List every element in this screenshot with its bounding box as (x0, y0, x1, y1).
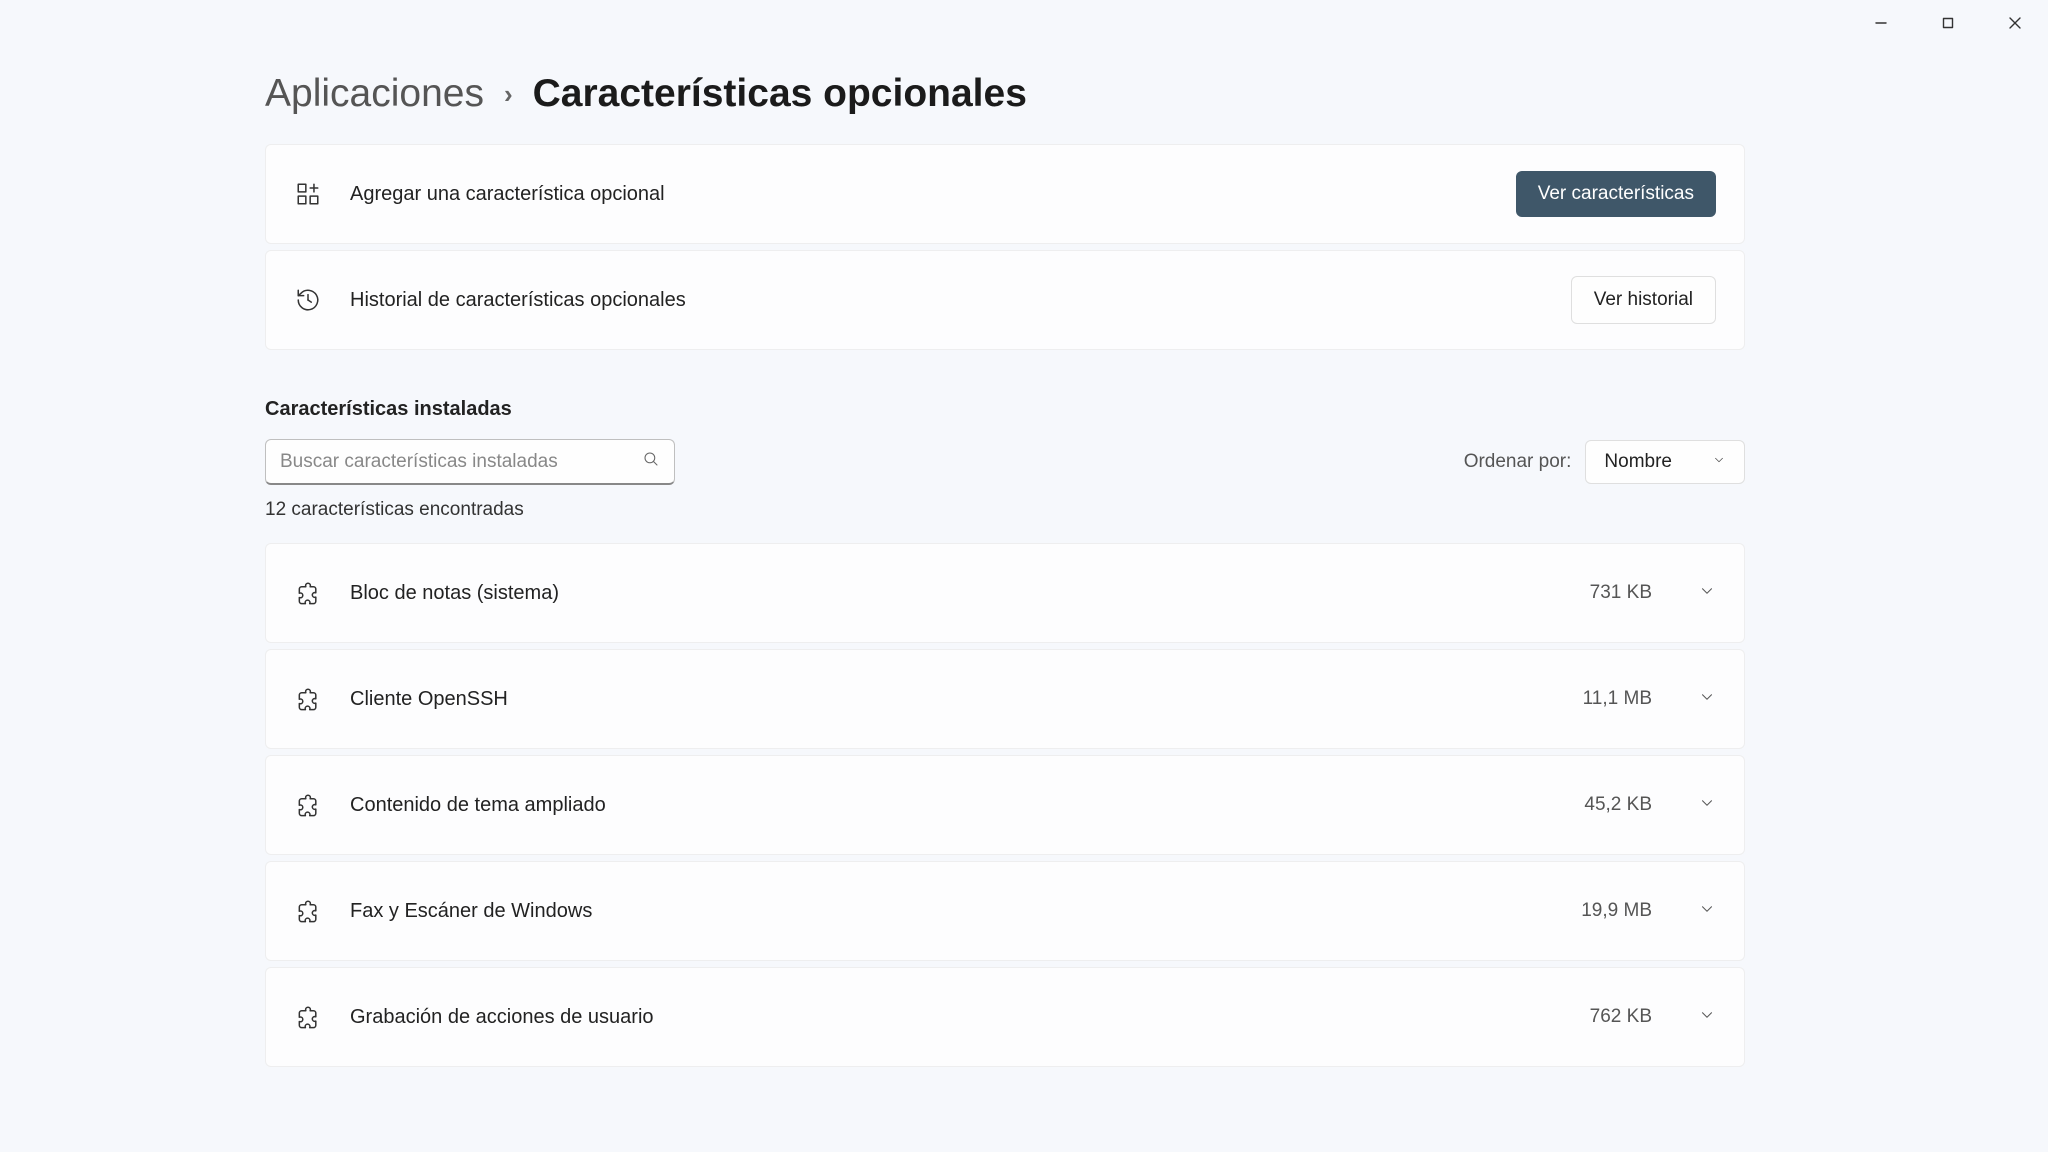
add-feature-label: Agregar una característica opcional (350, 183, 1488, 206)
history-icon (294, 287, 322, 313)
breadcrumb-parent[interactable]: Aplicaciones (265, 72, 484, 116)
feature-name: Contenido de tema ampliado (350, 794, 1556, 817)
page-title: Características opcionales (533, 72, 1027, 116)
feature-list-item[interactable]: Cliente OpenSSH 11,1 MB (265, 649, 1745, 749)
sort-value: Nombre (1604, 451, 1672, 473)
feature-name: Fax y Escáner de Windows (350, 900, 1553, 923)
minimize-button[interactable] (1847, 0, 1914, 46)
feature-name: Cliente OpenSSH (350, 688, 1555, 711)
history-card: Historial de características opcionales … (265, 250, 1745, 350)
chevron-down-icon (1698, 688, 1716, 711)
chevron-down-icon (1698, 1006, 1716, 1029)
feature-list-item[interactable]: Contenido de tema ampliado 45,2 KB (265, 755, 1745, 855)
chevron-down-icon (1712, 451, 1726, 473)
search-icon (642, 450, 660, 473)
feature-size: 762 KB (1590, 1006, 1652, 1028)
chevron-down-icon (1698, 900, 1716, 923)
search-box[interactable] (265, 439, 675, 485)
chevron-right-icon: › (504, 79, 513, 110)
feature-list-item[interactable]: Fax y Escáner de Windows 19,9 MB (265, 861, 1745, 961)
feature-size: 731 KB (1590, 582, 1652, 604)
feature-size: 19,9 MB (1581, 900, 1652, 922)
history-label: Historial de características opcionales (350, 289, 1543, 312)
chevron-down-icon (1698, 794, 1716, 817)
feature-puzzle-icon (294, 898, 322, 924)
feature-puzzle-icon (294, 580, 322, 606)
view-history-button[interactable]: Ver historial (1571, 276, 1716, 324)
sort-label: Ordenar por: (1464, 451, 1572, 473)
feature-list-item[interactable]: Bloc de notas (sistema) 731 KB (265, 543, 1745, 643)
search-input[interactable] (280, 451, 642, 473)
maximize-button[interactable] (1914, 0, 1981, 46)
feature-puzzle-icon (294, 792, 322, 818)
add-feature-card: Agregar una característica opcional Ver … (265, 144, 1745, 244)
feature-size: 11,1 MB (1583, 688, 1652, 710)
sort-select[interactable]: Nombre (1585, 440, 1745, 484)
feature-size: 45,2 KB (1584, 794, 1652, 816)
feature-list-item[interactable]: Grabación de acciones de usuario 762 KB (265, 967, 1745, 1067)
feature-name: Grabación de acciones de usuario (350, 1006, 1562, 1029)
installed-heading: Características instaladas (265, 398, 1745, 421)
feature-puzzle-icon (294, 686, 322, 712)
close-button[interactable] (1981, 0, 2048, 46)
view-features-button[interactable]: Ver características (1516, 171, 1716, 217)
chevron-down-icon (1698, 582, 1716, 605)
feature-puzzle-icon (294, 1004, 322, 1030)
result-count: 12 características encontradas (265, 499, 1745, 521)
feature-name: Bloc de notas (sistema) (350, 582, 1562, 605)
breadcrumb: Aplicaciones › Características opcionale… (265, 72, 1745, 116)
add-grid-icon (294, 181, 322, 207)
